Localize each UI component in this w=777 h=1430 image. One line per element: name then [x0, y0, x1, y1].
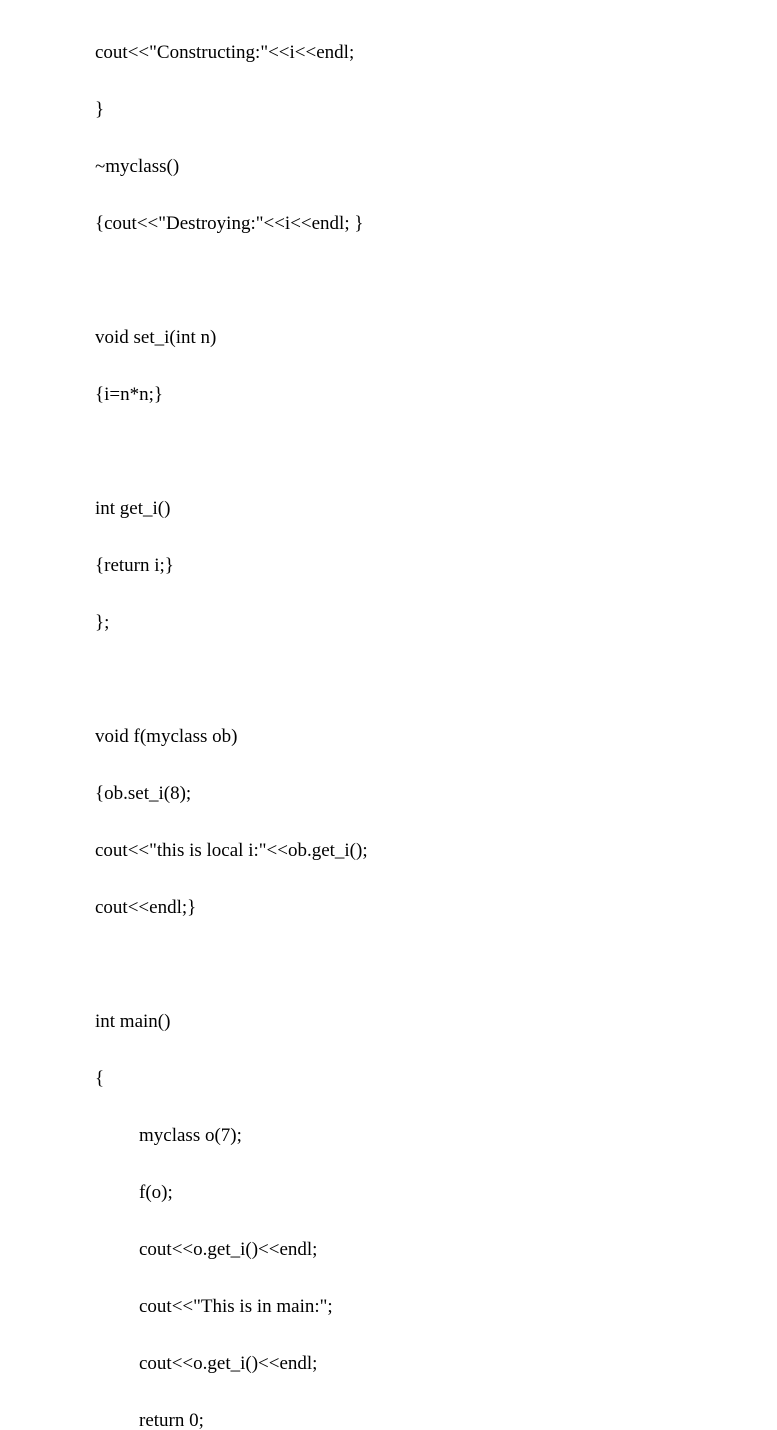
code-line: ~myclass()	[95, 153, 777, 182]
code-line: int main()	[95, 1008, 777, 1037]
code-line: {	[95, 1065, 777, 1094]
code-line: cout<<"this is local i:"<<ob.get_i();	[95, 837, 777, 866]
code-line: cout<<endl;}	[95, 894, 777, 923]
code-line	[95, 438, 777, 467]
code-line	[95, 267, 777, 296]
code-line: cout<<o.get_i()<<endl;	[95, 1350, 777, 1379]
code-line: {i=n*n;}	[95, 381, 777, 410]
code-line: };	[95, 609, 777, 638]
code-line: void set_i(int n)	[95, 324, 777, 353]
code-line: {return i;}	[95, 552, 777, 581]
code-line	[95, 951, 777, 980]
code-line: myclass o(7);	[95, 1122, 777, 1151]
code-line: void f(myclass ob)	[95, 723, 777, 752]
code-line: {cout<<"Destroying:"<<i<<endl; }	[95, 210, 777, 239]
code-line	[95, 666, 777, 695]
code-line: int get_i()	[95, 495, 777, 524]
code-line: {ob.set_i(8);	[95, 780, 777, 809]
code-line: f(o);	[95, 1179, 777, 1208]
code-block: cout<<"Constructing:"<<i<<endl; } ~mycla…	[95, 10, 777, 1430]
code-line: return 0;	[95, 1407, 777, 1430]
code-line: cout<<"This is in main:";	[95, 1293, 777, 1322]
code-line: cout<<"Constructing:"<<i<<endl;	[95, 39, 777, 68]
code-line: }	[95, 96, 777, 125]
code-line: cout<<o.get_i()<<endl;	[95, 1236, 777, 1265]
